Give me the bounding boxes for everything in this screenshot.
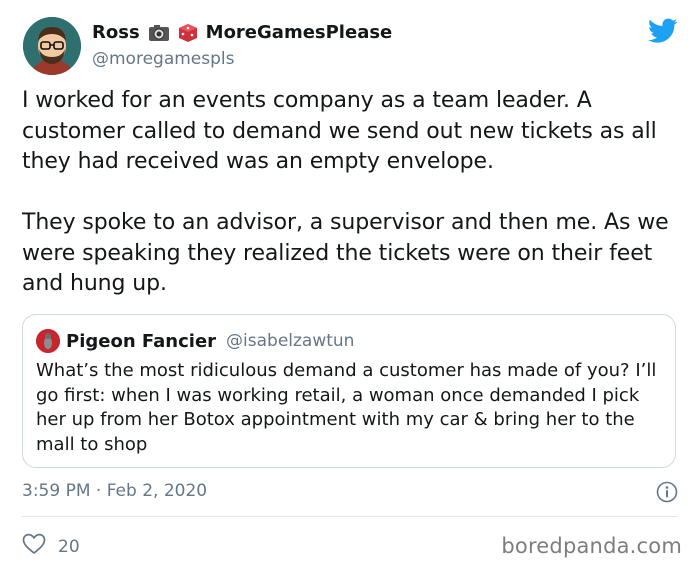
author-name[interactable]: Ross — [92, 22, 140, 44]
quoted-author-name: Pigeon Fancier — [66, 330, 217, 352]
twitter-bird-icon[interactable] — [648, 18, 678, 44]
watermark: boredpanda.com — [501, 534, 682, 558]
quoted-tweet-header: Pigeon Fancier @isabelzawtun — [36, 329, 354, 353]
like-button[interactable]: 20 — [22, 533, 80, 560]
author-badge-name[interactable]: MoreGamesPlease — [206, 22, 393, 44]
tweet-timestamp[interactable]: 3:59 PM · Feb 2, 2020 — [22, 480, 207, 502]
heart-icon[interactable] — [22, 533, 46, 560]
tweet-paragraph-2: They spoke to an advisor, a supervisor a… — [22, 210, 669, 296]
info-icon[interactable] — [656, 481, 678, 503]
quoted-tweet-text: What’s the most ridiculous demand a cust… — [36, 360, 657, 455]
quoted-author-avatar — [36, 329, 60, 353]
quoted-tweet-card[interactable]: Pigeon Fancier @isabelzawtun What’s the … — [22, 314, 676, 468]
author-avatar[interactable] — [23, 17, 81, 75]
dice-icon — [178, 23, 198, 43]
like-count: 20 — [58, 536, 80, 557]
author-name-line[interactable]: Ross MoreGamesPlease — [92, 22, 392, 44]
divider — [22, 516, 678, 517]
camera-icon — [148, 24, 170, 42]
tweet-paragraph-1: I worked for an events company as a team… — [22, 88, 657, 174]
author-handle[interactable]: @moregamespls — [92, 48, 235, 70]
quoted-author-handle: @isabelzawtun — [226, 331, 355, 351]
tweet-text: I worked for an events company as a team… — [22, 86, 672, 300]
